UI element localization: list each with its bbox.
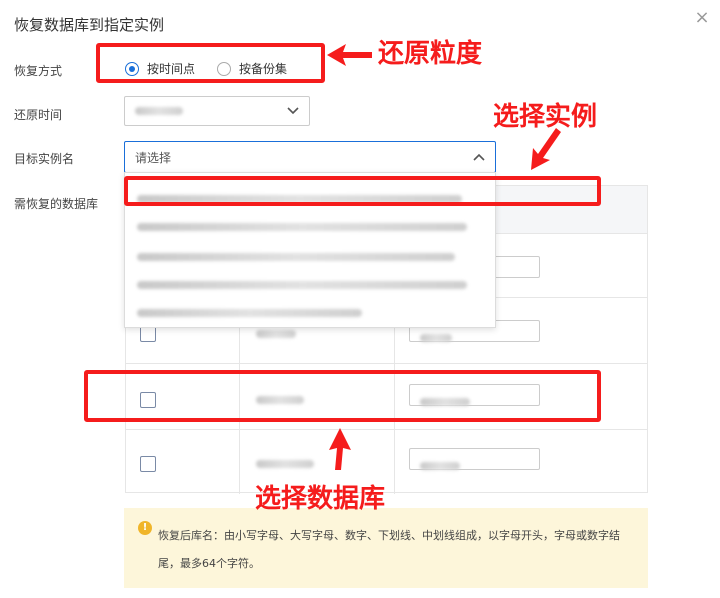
databases-label: 需恢复的数据库 bbox=[14, 197, 99, 211]
annotation-box-restore-mode bbox=[96, 43, 325, 83]
annotation-arrow-down-left-icon bbox=[531, 128, 561, 170]
instance-option[interactable] bbox=[125, 207, 495, 233]
instance-option[interactable] bbox=[125, 293, 495, 319]
annotation-box-instance bbox=[124, 176, 601, 206]
row-checkbox[interactable] bbox=[140, 456, 156, 472]
annotation-select-instance: 选择实例 bbox=[493, 102, 598, 132]
restore-time-label: 还原时间 bbox=[14, 108, 63, 122]
restore-time-value-redacted bbox=[135, 107, 183, 115]
target-instance-label: 目标实例名 bbox=[14, 152, 75, 166]
annotation-restore-granularity: 还原粒度 bbox=[378, 39, 483, 69]
notice-text: 恢复后库名：由小写字母、大写字母、数字、下划线、中划线组成，以字母开头，字母或数… bbox=[158, 529, 620, 570]
instance-option[interactable] bbox=[125, 237, 495, 263]
target-instance-select[interactable]: 请选择 bbox=[124, 141, 496, 173]
instance-option[interactable] bbox=[125, 265, 495, 291]
restore-mode-label: 恢复方式 bbox=[14, 64, 63, 78]
chevron-down-icon bbox=[287, 104, 299, 118]
chevron-up-icon bbox=[473, 150, 485, 164]
warning-icon: ! bbox=[138, 521, 152, 535]
target-instance-placeholder: 请选择 bbox=[135, 150, 172, 165]
annotation-arrow-left-icon bbox=[327, 44, 372, 66]
annotation-box-database-row bbox=[84, 370, 601, 422]
restore-time-select[interactable] bbox=[124, 96, 310, 126]
new-db-name-input[interactable] bbox=[409, 448, 540, 470]
db-name-redacted bbox=[256, 330, 296, 338]
close-icon[interactable]: × bbox=[694, 9, 710, 27]
row-checkbox[interactable] bbox=[140, 326, 156, 342]
table-row bbox=[126, 432, 647, 496]
dialog-title: 恢复数据库到指定实例 bbox=[14, 16, 165, 34]
annotation-select-database: 选择数据库 bbox=[255, 484, 386, 514]
db-name-redacted bbox=[256, 460, 314, 468]
naming-rule-notice: ! 恢复后库名：由小写字母、大写字母、数字、下划线、中划线组成，以字母开头，字母… bbox=[124, 508, 648, 588]
